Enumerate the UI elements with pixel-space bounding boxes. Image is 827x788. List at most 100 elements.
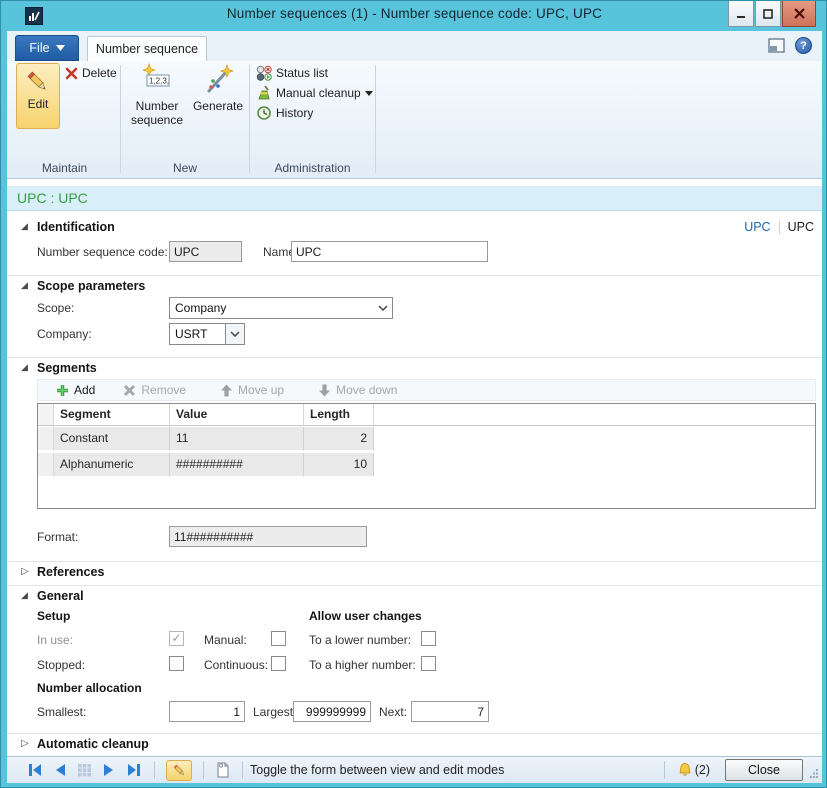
first-record-button[interactable]	[27, 763, 43, 777]
in-use-checkbox[interactable]: ✓	[169, 631, 184, 646]
status-list-label: Status list	[276, 66, 328, 80]
manual-label: Manual:	[204, 633, 247, 647]
smallest-input[interactable]	[169, 701, 245, 722]
delete-x-icon	[65, 67, 78, 80]
help-icon[interactable]: ?	[795, 37, 812, 54]
section-general[interactable]: ◢ General	[7, 585, 822, 607]
stopped-label: Stopped:	[37, 658, 85, 672]
broom-icon	[256, 85, 272, 101]
chevron-down-icon	[56, 45, 65, 51]
move-down-button[interactable]: Move down	[318, 383, 397, 397]
plus-icon	[56, 384, 69, 397]
table-row[interactable]: Constant 11 2	[38, 427, 374, 451]
section-title: Scope parameters	[37, 279, 145, 293]
file-menu-label: File	[29, 41, 49, 55]
chevron-down-icon	[365, 91, 373, 96]
tab-number-sequence[interactable]: Number sequence	[87, 36, 207, 61]
column-header-segment[interactable]: Segment	[54, 404, 170, 425]
section-scope-parameters[interactable]: ◢ Scope parameters	[7, 275, 822, 297]
ribbon-group-maintain: Edit Delete Maintain	[9, 61, 120, 161]
window-title: Number sequences (1) - Number sequence c…	[1, 6, 827, 21]
close-form-button[interactable]: Close	[725, 759, 803, 781]
maximize-button[interactable]	[755, 1, 781, 27]
history-button[interactable]: History	[256, 105, 313, 121]
higher-number-checkbox[interactable]	[421, 656, 436, 671]
form-body: ◢ Identification UPC UPC Number sequence…	[7, 211, 822, 756]
file-menu-button[interactable]: File	[15, 35, 79, 61]
add-label: Add	[74, 383, 95, 397]
largest-input[interactable]	[293, 701, 371, 722]
stopped-checkbox[interactable]	[169, 656, 184, 671]
cell-value[interactable]: 11	[170, 427, 304, 451]
company-dropdown-button[interactable]	[225, 324, 244, 344]
column-header-value[interactable]: Value	[170, 404, 304, 425]
cell-length[interactable]: 2	[304, 427, 374, 451]
number-sequence-icon: 1,2,3,	[140, 63, 174, 97]
move-up-label: Move up	[238, 383, 284, 397]
chevron-down-icon	[230, 331, 240, 337]
section-title: Segments	[37, 361, 97, 375]
edit-mode-toggle-button[interactable]	[166, 760, 192, 781]
minimize-button[interactable]	[728, 1, 754, 27]
higher-number-label: To a higher number:	[309, 658, 416, 672]
cell-value[interactable]: ##########	[170, 453, 304, 477]
number-sequence-button[interactable]: 1,2,3, Number sequence	[126, 63, 188, 128]
code-input[interactable]	[169, 241, 242, 262]
scope-select[interactable]: Company	[169, 297, 393, 319]
last-record-button[interactable]	[126, 763, 142, 777]
section-automatic-cleanup[interactable]: ▷ Automatic cleanup	[7, 733, 822, 755]
next-record-button[interactable]	[102, 763, 116, 777]
document-handling-button[interactable]	[216, 762, 230, 778]
arrow-down-icon	[318, 384, 331, 397]
number-sequence-label: Number sequence	[126, 100, 188, 128]
move-up-button[interactable]: Move up	[220, 383, 284, 397]
setup-subheader: Setup	[37, 609, 70, 623]
scope-label: Scope:	[37, 301, 74, 315]
grid-view-button[interactable]	[77, 763, 92, 777]
in-use-label: In use:	[37, 633, 73, 647]
status-list-button[interactable]: Status list	[256, 65, 328, 81]
edit-button[interactable]: Edit	[16, 63, 60, 129]
section-segments[interactable]: ◢ Segments	[7, 357, 822, 379]
generate-button[interactable]: Generate	[189, 63, 247, 114]
manual-checkbox[interactable]	[271, 631, 286, 646]
generate-label: Generate	[193, 100, 243, 114]
document-icon	[216, 762, 230, 778]
edit-label: Edit	[28, 98, 49, 112]
row-selector[interactable]	[38, 453, 54, 477]
format-input[interactable]	[169, 526, 367, 547]
ribbon-group-new: 1,2,3, Number sequence Generate New	[121, 61, 249, 161]
close-window-button[interactable]	[782, 1, 816, 27]
cell-segment[interactable]: Constant	[54, 427, 170, 451]
section-title: General	[37, 589, 84, 603]
continuous-checkbox[interactable]	[271, 656, 286, 671]
row-selector[interactable]	[38, 427, 54, 451]
window-content: File Number sequence ? Edit	[7, 31, 822, 783]
notifications-button[interactable]: (2)	[677, 762, 710, 778]
cell-segment[interactable]: Alphanumeric	[54, 453, 170, 477]
column-header-length[interactable]: Length	[304, 404, 374, 425]
next-input[interactable]	[411, 701, 489, 722]
resize-grip[interactable]	[809, 768, 819, 778]
add-segment-button[interactable]: Add	[56, 383, 95, 397]
cell-length[interactable]: 10	[304, 453, 374, 477]
manual-cleanup-button[interactable]: Manual cleanup	[256, 85, 373, 101]
record-link-primary[interactable]: UPC	[744, 220, 770, 234]
company-combo[interactable]: USRT	[169, 323, 245, 345]
code-label: Number sequence code:	[37, 245, 168, 259]
table-row[interactable]: Alphanumeric ########## 10	[38, 453, 374, 477]
segments-grid: Segment Value Length Constant 11 2 Alpha…	[37, 403, 816, 509]
history-clock-icon	[256, 105, 272, 121]
section-identification[interactable]: ◢ Identification UPC UPC	[7, 217, 822, 239]
lower-number-checkbox[interactable]	[421, 631, 436, 646]
chevron-down-icon	[378, 305, 388, 311]
remove-label: Remove	[141, 383, 186, 397]
layout-panel-icon[interactable]	[768, 38, 785, 53]
section-references[interactable]: ▷ References	[7, 561, 822, 583]
name-input[interactable]	[291, 241, 488, 262]
delete-button[interactable]: Delete	[65, 66, 117, 80]
previous-record-button[interactable]	[53, 763, 67, 777]
notification-count: (2)	[695, 763, 710, 777]
remove-segment-button[interactable]: Remove	[123, 383, 186, 397]
format-label: Format:	[37, 530, 78, 544]
